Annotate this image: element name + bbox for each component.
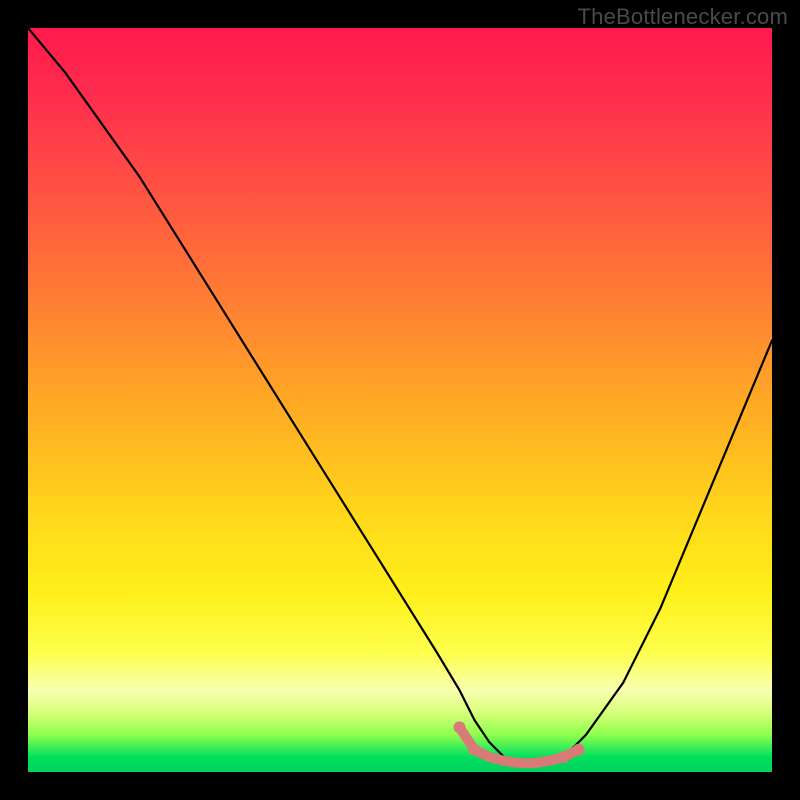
highlight-dot [573, 744, 585, 756]
highlight-dot [468, 744, 480, 756]
curve-layer [28, 28, 772, 772]
chart-frame: TheBottlenecker.com [0, 0, 800, 800]
highlight-dot [454, 721, 466, 733]
bottleneck-curve [28, 28, 772, 765]
highlight-dot [558, 751, 570, 763]
watermark-text: TheBottlenecker.com [578, 4, 788, 30]
plot-area [28, 28, 772, 772]
